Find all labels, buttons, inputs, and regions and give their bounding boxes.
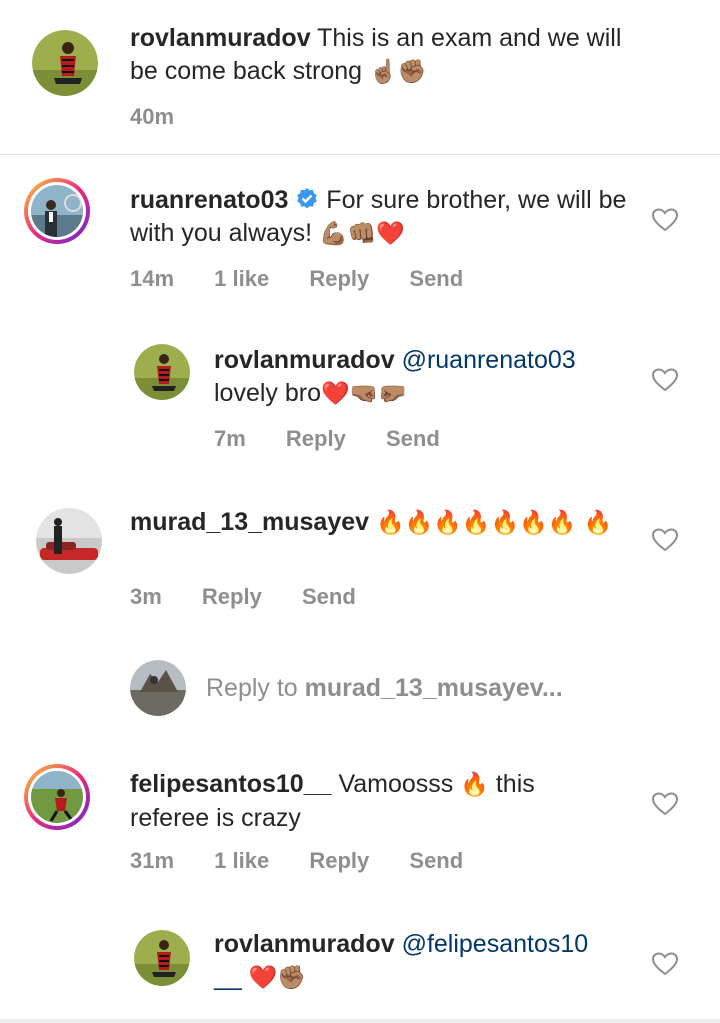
username[interactable]: rovlanmuradov: [130, 24, 311, 52]
avatar-photo: [130, 660, 186, 716]
heart-icon[interactable]: [652, 792, 678, 816]
heart-icon[interactable]: [652, 368, 678, 392]
heart-icon[interactable]: [652, 528, 678, 552]
avatar[interactable]: [36, 508, 102, 574]
timestamp: 14m: [130, 266, 175, 291]
avatar-photo: [31, 771, 83, 823]
comment-text: murad_13_musayev 🔥🔥🔥🔥🔥🔥🔥 🔥: [130, 506, 630, 540]
heart-icon[interactable]: [652, 208, 678, 232]
comment-text: rovlanmuradov @felipesantos10 __ ❤️✊🏽: [214, 928, 644, 995]
avatar[interactable]: [24, 178, 90, 244]
username[interactable]: rovlanmuradov: [214, 346, 395, 374]
avatar-photo: [134, 344, 190, 400]
comment-emoji: ❤️🤜🏽🤛🏽: [321, 381, 407, 407]
comment-actions: 3m Reply Send: [130, 584, 390, 610]
timestamp: 3m: [130, 584, 162, 609]
reply-button[interactable]: Reply: [309, 266, 369, 291]
comment-body: lovely bro: [214, 379, 321, 407]
comment-actions: 7m Reply Send: [214, 426, 474, 452]
send-button[interactable]: Send: [386, 426, 440, 451]
reply-input-row[interactable]: Reply to murad_13_musayev...: [0, 650, 720, 730]
comment-emoji: ❤️✊🏽: [248, 965, 307, 991]
comment-text: felipesantos10__ Vamoosss 🔥 this referee…: [130, 768, 610, 835]
timestamp: 31m: [130, 848, 175, 873]
reply-item: rovlanmuradov @felipesantos10 __ ❤️✊🏽: [0, 906, 720, 1019]
caption-time: 40m: [130, 104, 208, 130]
avatar[interactable]: [24, 764, 90, 830]
mention-link[interactable]: @ruanrenato03: [402, 346, 576, 374]
reply-prefix: Reply to: [206, 674, 298, 702]
username[interactable]: rovlanmuradov: [214, 930, 395, 958]
avatar[interactable]: [32, 30, 98, 96]
avatar-photo: [36, 508, 102, 574]
mention-link-cont[interactable]: __: [214, 963, 242, 991]
comment-item: murad_13_musayev 🔥🔥🔥🔥🔥🔥🔥 🔥 3m Reply Send: [0, 480, 720, 640]
send-button[interactable]: Send: [409, 848, 463, 873]
avatar[interactable]: [134, 344, 190, 400]
comment-emoji: 🔥: [460, 772, 489, 798]
mention-link[interactable]: @felipesantos10: [402, 930, 589, 958]
username[interactable]: felipesantos10__: [130, 770, 332, 798]
comment-body: Vamoosss: [338, 770, 454, 798]
avatar-photo: [31, 185, 83, 237]
comment-actions: 31m 1 like Reply Send: [130, 848, 497, 874]
comment-emoji: 💪🏽👊🏽❤️: [318, 221, 405, 247]
comment-item: ruanrenato03 For sure brother, we will b…: [0, 154, 720, 304]
reply-button[interactable]: Reply: [286, 426, 346, 451]
comment-actions: 14m 1 like Reply Send: [130, 266, 497, 292]
username[interactable]: murad_13_musayev: [130, 508, 369, 536]
reply-item: rovlanmuradov @ruanrenato03 lovely bro❤️…: [0, 320, 720, 480]
reply-input[interactable]: Reply to murad_13_musayev...: [206, 674, 563, 703]
send-button[interactable]: Send: [409, 266, 463, 291]
reply-target: murad_13_musayev...: [304, 674, 563, 702]
avatar-photo: [32, 30, 98, 96]
verified-badge-icon: [297, 188, 318, 209]
reply-button[interactable]: Reply: [309, 848, 369, 873]
caption-emoji: ☝🏽✊🏽: [369, 59, 427, 85]
timestamp: 7m: [214, 426, 246, 451]
avatar[interactable]: [134, 930, 190, 986]
caption-block: rovlanmuradov This is an exam and we wil…: [0, 0, 720, 155]
avatar-photo: [134, 930, 190, 986]
comment-text: rovlanmuradov @ruanrenato03 lovely bro❤️…: [214, 344, 644, 411]
username[interactable]: ruanrenato03: [130, 186, 288, 214]
caption-text: rovlanmuradov This is an exam and we wil…: [130, 22, 650, 89]
send-button[interactable]: Send: [302, 584, 356, 609]
reply-button[interactable]: Reply: [202, 584, 262, 609]
timestamp: 40m: [130, 104, 175, 129]
likes-count[interactable]: 1 like: [214, 848, 269, 873]
current-user-avatar: [130, 660, 186, 716]
comment-item: felipesantos10__ Vamoosss 🔥 this referee…: [0, 740, 720, 900]
comment-text: ruanrenato03 For sure brother, we will b…: [130, 184, 630, 251]
heart-icon[interactable]: [652, 952, 678, 976]
likes-count[interactable]: 1 like: [214, 266, 269, 291]
comment-emoji: 🔥🔥🔥🔥🔥🔥🔥 🔥: [376, 510, 613, 536]
divider: [0, 1019, 720, 1023]
